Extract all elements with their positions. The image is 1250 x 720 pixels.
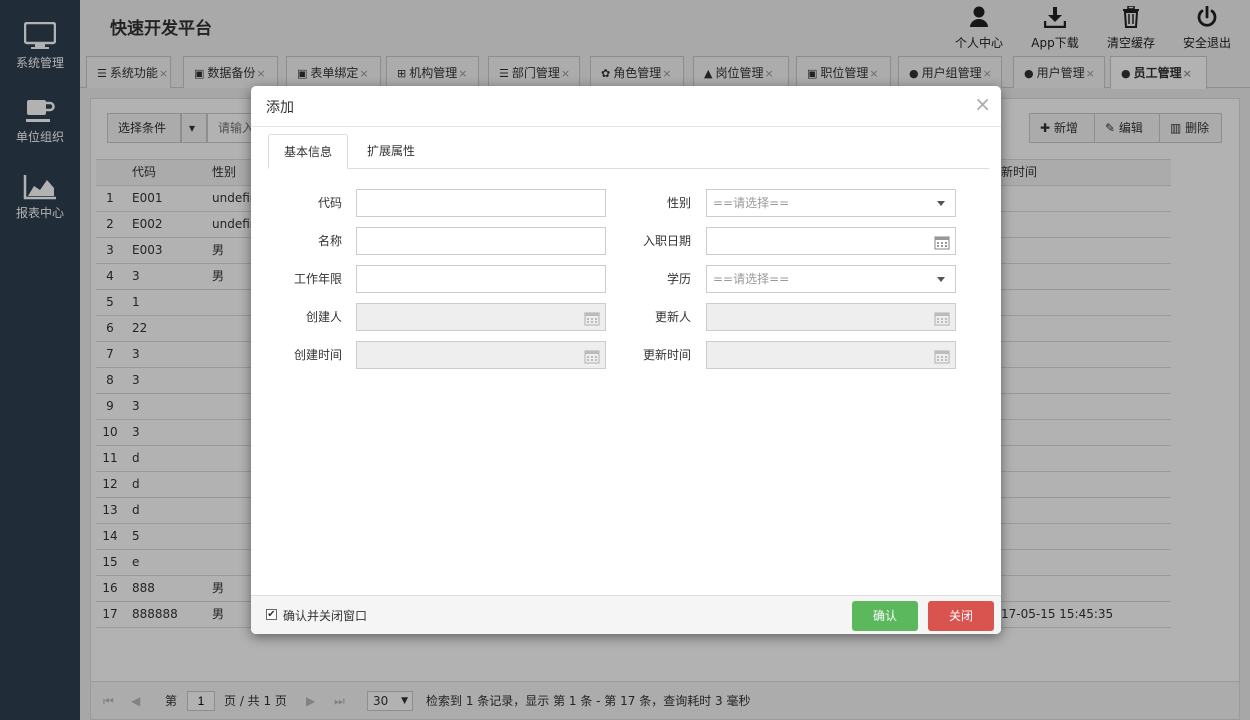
create-time-field (356, 341, 606, 369)
confirm-button[interactable]: 确认 (852, 601, 918, 631)
calendar-icon (584, 312, 600, 326)
updater-label: 更新人 (654, 310, 691, 324)
work-years-field[interactable] (356, 265, 606, 293)
gender-select[interactable]: ==请选择== (706, 189, 956, 217)
dialog-footer: ✔ 确认并关闭窗口 确认 关闭 (251, 595, 1001, 634)
close-button[interactable]: 关闭 (928, 601, 994, 631)
education-select[interactable]: ==请选择== (706, 265, 956, 293)
add-employee-dialog: 添加 × 基本信息 扩展属性 代码 名称 工作年限 创建人 创建时间 性别 ==… (251, 86, 1001, 634)
chevron-down-icon (937, 201, 945, 206)
name-field[interactable] (356, 227, 606, 255)
confirm-close-checkbox[interactable]: ✔ (266, 609, 277, 620)
work-years-label: 工作年限 (293, 272, 342, 286)
hire-date-field[interactable] (706, 227, 956, 255)
calendar-icon (934, 350, 950, 364)
tab-extended-properties[interactable]: 扩展属性 (352, 134, 430, 169)
hire-date-label: 入职日期 (642, 234, 691, 248)
tab-basic-info[interactable]: 基本信息 (268, 134, 349, 169)
calendar-icon (934, 312, 950, 326)
calendar-icon[interactable] (934, 234, 950, 250)
code-field[interactable] (356, 189, 606, 217)
close-icon[interactable]: × (974, 92, 991, 116)
calendar-icon (584, 350, 600, 364)
education-label: 学历 (666, 272, 691, 286)
dialog-divider (251, 126, 1001, 127)
dialog-title: 添加 (266, 100, 294, 116)
creator-field (356, 303, 606, 331)
code-label: 代码 (317, 196, 342, 210)
dialog-tabs: 基本信息 扩展属性 (268, 134, 989, 169)
gender-label: 性别 (666, 196, 691, 210)
updater-field (706, 303, 956, 331)
confirm-close-label[interactable]: 确认并关闭窗口 (283, 607, 367, 624)
creator-label: 创建人 (305, 310, 342, 324)
update-time-field (706, 341, 956, 369)
chevron-down-icon (937, 277, 945, 282)
update-time-label: 更新时间 (642, 348, 691, 362)
name-label: 名称 (317, 234, 342, 248)
create-time-label: 创建时间 (293, 348, 342, 362)
